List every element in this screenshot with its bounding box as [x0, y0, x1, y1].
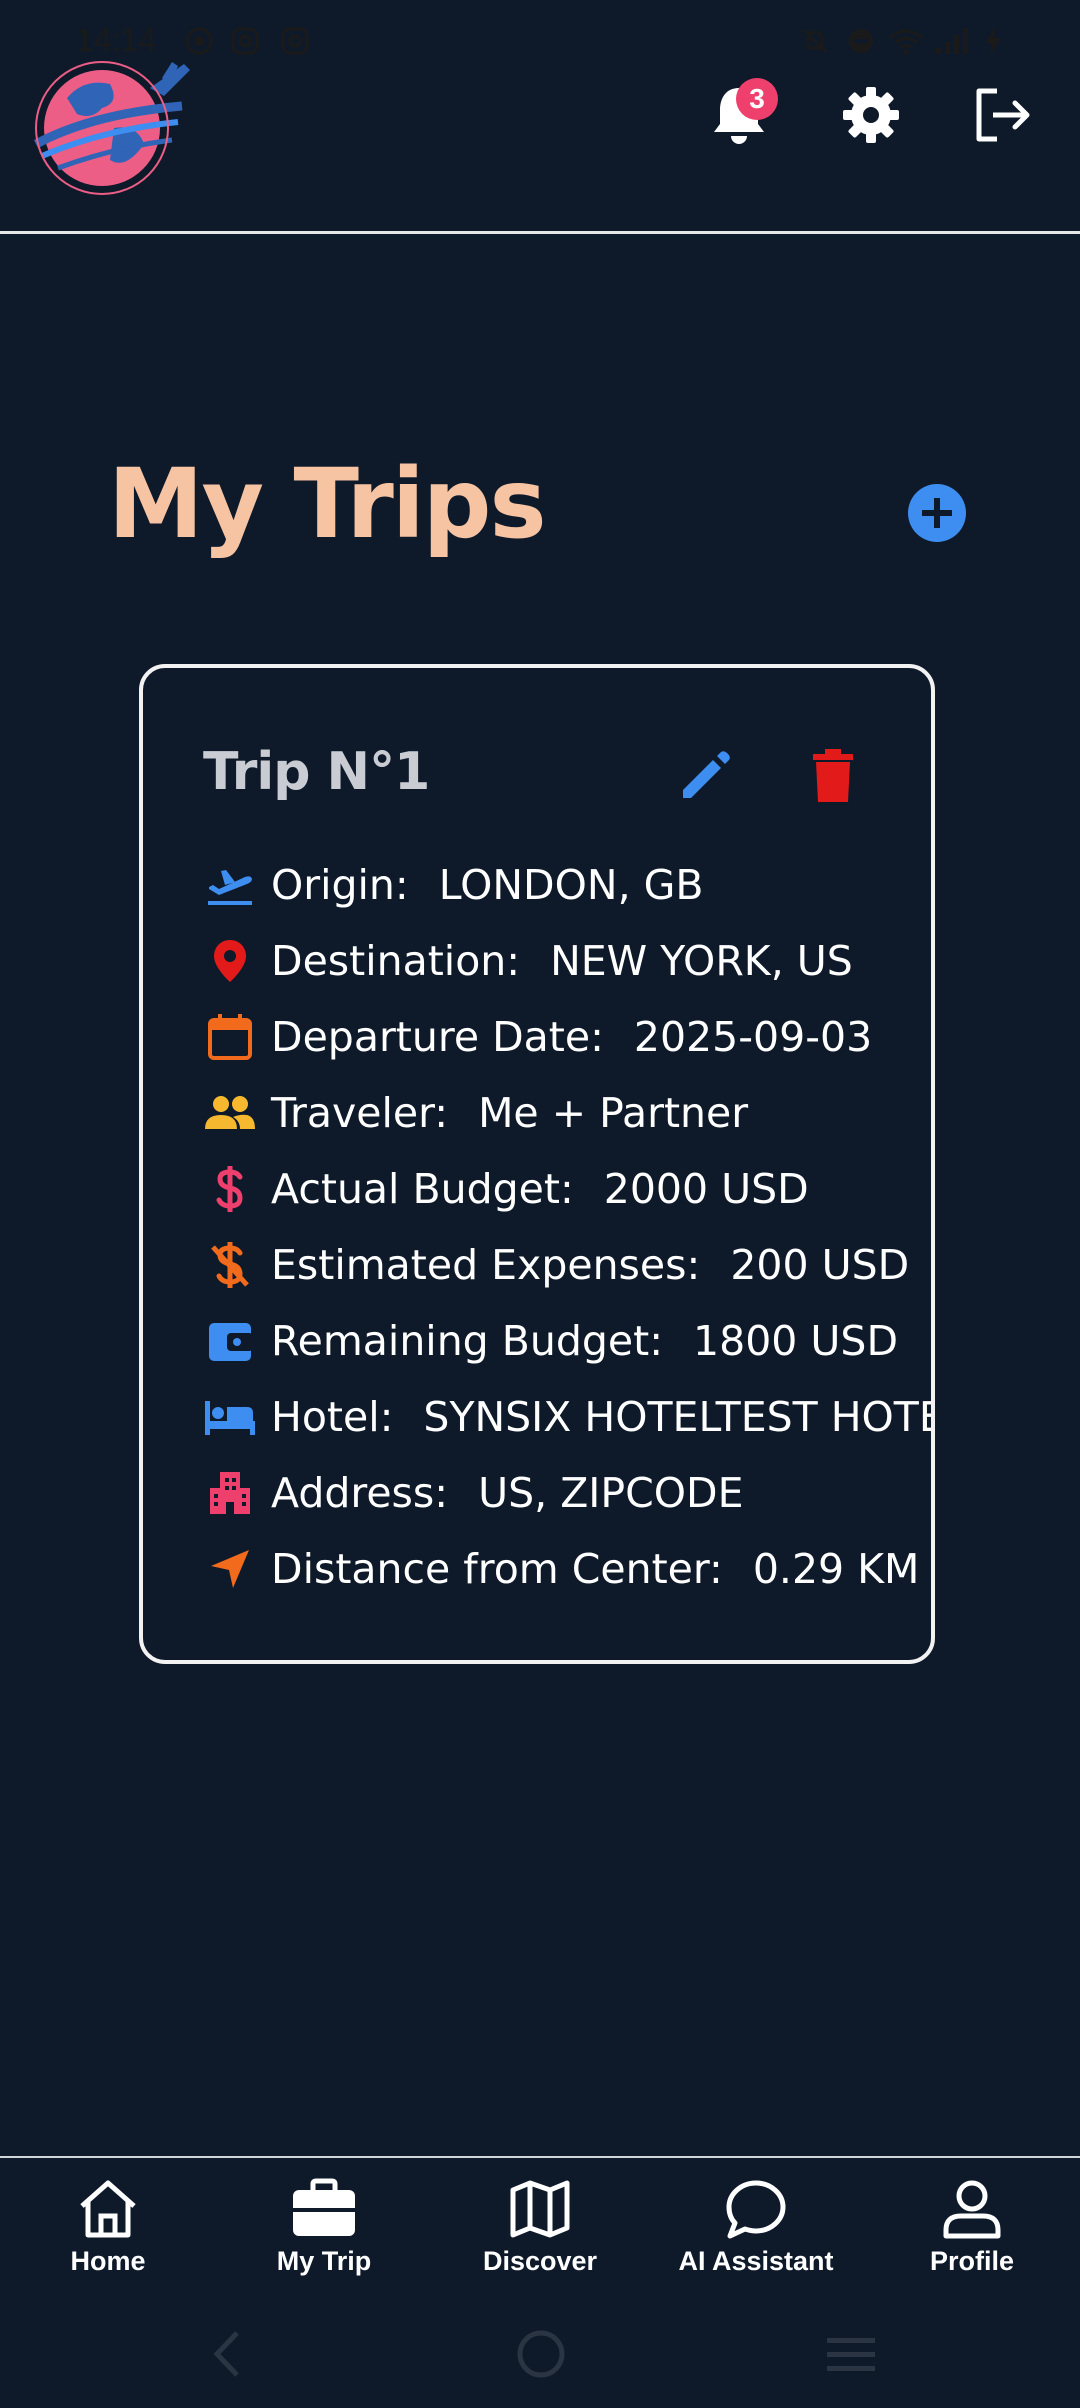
nav-item-home[interactable]: Home [0, 2178, 216, 2288]
nav-item-discover[interactable]: Discover [432, 2178, 648, 2288]
dollar-icon [203, 1162, 257, 1216]
signal-icon [936, 28, 968, 54]
logout-icon [976, 88, 1030, 142]
pencil-icon [683, 751, 730, 798]
notifications-button[interactable]: 3 [694, 70, 784, 160]
detail-label: Departure Date: [271, 1013, 604, 1061]
detail-value: NEW YORK, US [550, 937, 853, 985]
plane-departure-icon [203, 858, 257, 912]
map-icon [510, 2180, 570, 2238]
home-icon [80, 2180, 136, 2238]
back-icon [213, 2331, 239, 2377]
detail-label: Destination: [271, 937, 521, 985]
detail-row-departure-date: Departure Date: 2025-09-03 [203, 1002, 872, 1072]
battery-icon [985, 27, 1001, 55]
detail-value: 0.29 KM [752, 1545, 920, 1593]
nav-label: My Trip [276, 2246, 372, 2276]
nav-label: Profile [929, 2246, 1015, 2276]
detail-row-distance: Distance from Center: 0.29 KM [203, 1534, 919, 1604]
detail-row-remaining-budget: Remaining Budget: 1800 USD [203, 1306, 898, 1376]
trash-icon [813, 749, 853, 802]
trip-card[interactable]: Trip N°1 Origin: LONDON, GB Destination:… [139, 664, 935, 1664]
detail-row-traveler: Traveler: Me + Partner [203, 1078, 748, 1148]
map-pin-icon [203, 934, 257, 988]
menu-icon [827, 2338, 875, 2371]
system-home-button[interactable] [506, 2324, 576, 2384]
bed-icon [203, 1390, 257, 1444]
calendar-icon [203, 1010, 257, 1064]
detail-label: Address: [271, 1469, 449, 1517]
trip-title: Trip N°1 [203, 742, 430, 802]
delete-trip-button[interactable] [801, 744, 865, 808]
wallet-icon [203, 1314, 257, 1368]
detail-value: 200 USD [730, 1241, 910, 1289]
system-back-button[interactable] [192, 2324, 262, 2384]
nav-label: Discover [482, 2246, 598, 2276]
app-logo[interactable] [22, 48, 192, 198]
page-title: My Trips [108, 448, 547, 560]
nav-item-my-trip[interactable]: My Trip [216, 2178, 432, 2288]
navigation-arrow-icon [203, 1542, 257, 1596]
instagram-icon [231, 27, 259, 55]
detail-value: LONDON, GB [438, 861, 704, 909]
briefcase-icon [293, 2178, 355, 2236]
settings-button[interactable] [826, 70, 916, 160]
add-trip-button[interactable] [908, 484, 966, 542]
nav-item-profile[interactable]: Profile [864, 2178, 1080, 2288]
detail-row-address: Address: US, ZIPCODE [203, 1458, 743, 1528]
dnd-icon [849, 29, 873, 53]
system-recents-button[interactable] [816, 2324, 886, 2384]
detail-value: US, ZIPCODE [478, 1469, 744, 1517]
people-icon [203, 1086, 257, 1140]
detail-row-destination: Destination: NEW YORK, US [203, 926, 853, 996]
detail-label: Traveler: [271, 1089, 449, 1137]
detail-label: Origin: [271, 861, 409, 909]
user-icon [943, 2180, 1001, 2239]
dollar-off-icon [203, 1238, 257, 1292]
logout-button[interactable] [958, 70, 1048, 160]
chat-bubble-icon [726, 2180, 786, 2239]
wifi-icon [889, 29, 923, 55]
detail-value: Me + Partner [478, 1089, 749, 1137]
notification-badge: 3 [736, 78, 778, 120]
plus-circle-icon [922, 498, 952, 528]
detail-label: Estimated Expenses: [271, 1241, 701, 1289]
detail-row-hotel: Hotel: SYNSIX HOTELTEST HOTEL [203, 1382, 935, 1452]
header-divider [0, 231, 1080, 234]
detail-value: SYNSIX HOTELTEST HOTEL [423, 1393, 935, 1441]
nav-item-ai-assistant[interactable]: AI Assistant [648, 2178, 864, 2288]
detail-label: Remaining Budget: [271, 1317, 664, 1365]
home-circle-icon [517, 2330, 565, 2378]
detail-value: 1800 USD [693, 1317, 899, 1365]
city-icon [203, 1466, 257, 1520]
detail-row-estimated-expenses: Estimated Expenses: 200 USD [203, 1230, 909, 1300]
system-nav-bar [0, 2300, 1080, 2408]
gear-icon [843, 87, 899, 143]
globe-airplane-logo [33, 61, 190, 195]
detail-value: 2000 USD [603, 1165, 809, 1213]
detail-row-origin: Origin: LONDON, GB [203, 850, 704, 920]
bell-off-icon [802, 28, 828, 54]
nav-label: AI Assistant [678, 2246, 834, 2276]
edit-trip-button[interactable] [673, 744, 737, 808]
instagram-icon [281, 27, 309, 55]
detail-label: Actual Budget: [271, 1165, 574, 1213]
nav-label: Home [70, 2246, 146, 2276]
bottom-nav: Home My Trip Discover AI Assistant Profi… [0, 2156, 1080, 2288]
detail-label: Hotel: [271, 1393, 394, 1441]
detail-label: Distance from Center: [271, 1545, 723, 1593]
detail-value: 2025-09-03 [633, 1013, 873, 1061]
detail-row-actual-budget: Actual Budget: 2000 USD [203, 1154, 809, 1224]
